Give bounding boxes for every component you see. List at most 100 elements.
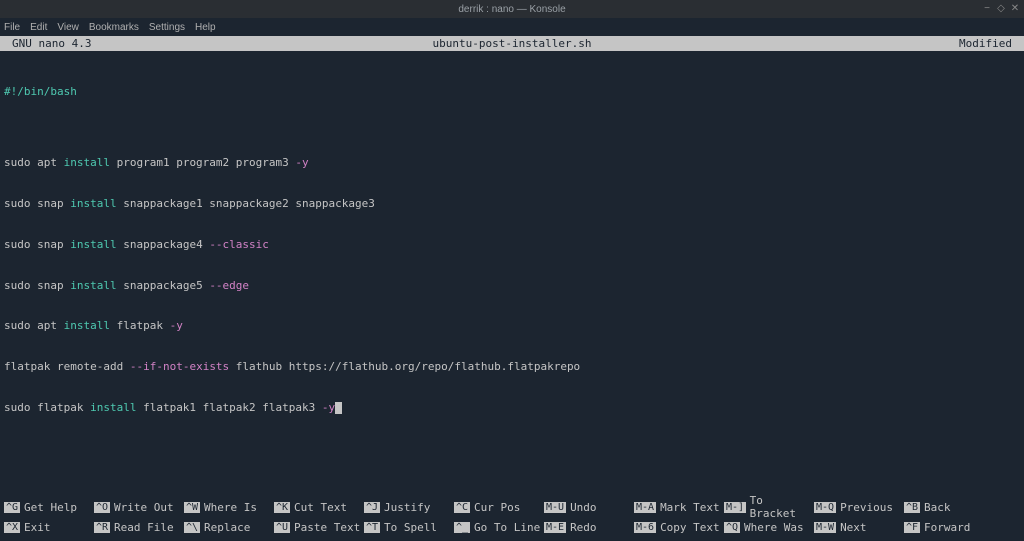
- keyword: install: [70, 279, 116, 292]
- shortcut: ^T To Spell: [364, 521, 454, 534]
- shortcut-key: M-U: [544, 502, 566, 513]
- window-title: derrik : nano — Konsole: [458, 4, 565, 15]
- close-icon[interactable]: ✕: [1010, 4, 1020, 14]
- nano-shortcuts: ^GGet Help^OWrite Out^WWhere Is^KCut Tex…: [0, 492, 1024, 541]
- blank-line: [4, 135, 1020, 150]
- shortcut-label: Previous: [840, 501, 893, 514]
- shortcut: ^QWhere Was: [724, 521, 814, 534]
- nano-version: GNU nano 4.3: [12, 37, 91, 50]
- shortcut: ^OWrite Out: [94, 494, 184, 520]
- shortcut: M-] To Bracket: [724, 494, 814, 520]
- blank-line: [4, 380, 1020, 395]
- shortcut-label: Go To Line: [474, 521, 540, 534]
- shortcut-key: ^K: [274, 502, 290, 513]
- shortcut: ^JJustify: [364, 494, 454, 520]
- flag: --edge: [209, 279, 249, 292]
- shortcut-key: M-6: [634, 522, 656, 533]
- shortcut-label: Write Out: [114, 501, 174, 514]
- code-text: program1 program2 program3: [110, 156, 295, 169]
- code-text: sudo flatpak: [4, 401, 90, 414]
- shortcut-label: Forward: [924, 521, 970, 534]
- code-text: snappackage5: [117, 279, 210, 292]
- keyword: install: [90, 401, 136, 414]
- shortcut: ^CCur Pos: [454, 494, 544, 520]
- code-text: sudo snap: [4, 238, 70, 251]
- minimize-icon[interactable]: −: [982, 4, 992, 14]
- blank-line: [4, 339, 1020, 354]
- shortcut-key: M-]: [724, 502, 746, 513]
- nano-status: Modified: [959, 37, 1012, 50]
- shortcut-key: ^_: [454, 522, 470, 533]
- blank-line: [4, 257, 1020, 272]
- shortcut-label: To Spell: [384, 521, 437, 534]
- shortcut-label: Back: [924, 501, 951, 514]
- code-line: sudo flatpak install flatpak1 flatpak2 f…: [4, 400, 1020, 415]
- cursor: [335, 402, 342, 414]
- menu-help[interactable]: Help: [195, 22, 216, 33]
- shortcut-row-2: ^XExit^R Read File ^\Replace^U Paste Text ^T…: [4, 521, 1020, 534]
- shortcut: M-ERedo: [544, 521, 634, 534]
- shortcut: ^\Replace: [184, 521, 274, 534]
- shortcut: ^B Back: [904, 494, 994, 520]
- menu-settings[interactable]: Settings: [149, 22, 185, 33]
- code-text: snappackage4: [117, 238, 210, 251]
- shortcut-label: Get Help: [24, 501, 77, 514]
- shortcut-label: Mark Text: [660, 501, 720, 514]
- nano-filename: ubuntu-post-installer.sh: [433, 37, 592, 50]
- code-text: sudo apt: [4, 156, 64, 169]
- shortcut-key: ^G: [4, 502, 20, 513]
- shortcut-key: ^B: [904, 502, 920, 513]
- shortcut-row-1: ^GGet Help^OWrite Out^WWhere Is^KCut Tex…: [4, 494, 1020, 520]
- keyword: install: [64, 319, 110, 332]
- menu-bookmarks[interactable]: Bookmarks: [89, 22, 139, 33]
- shortcut-key: ^W: [184, 502, 200, 513]
- maximize-icon[interactable]: ◇: [996, 4, 1006, 14]
- shortcut: ^XExit: [4, 521, 94, 534]
- menu-edit[interactable]: Edit: [30, 22, 47, 33]
- code-line: sudo apt install program1 program2 progr…: [4, 155, 1020, 170]
- shortcut: ^R Read File: [94, 521, 184, 534]
- flag: --classic: [209, 238, 269, 251]
- shortcut: M-6 Copy Text: [634, 521, 724, 534]
- shortcut: M-WNext: [814, 521, 904, 534]
- code-text: flathub https://flathub.org/repo/flathub…: [229, 360, 580, 373]
- shortcut: M-U Undo: [544, 494, 634, 520]
- code-text: sudo snap: [4, 279, 70, 292]
- shortcut: ^_ Go To Line: [454, 521, 544, 534]
- shortcut-label: Justify: [384, 501, 430, 514]
- shortcut-key: M-Q: [814, 502, 836, 513]
- shortcut-key: ^T: [364, 522, 380, 533]
- menubar: File Edit View Bookmarks Settings Help: [0, 18, 1024, 36]
- shortcut-label: Cur Pos: [474, 501, 520, 514]
- shortcut-label: Redo: [570, 521, 597, 534]
- shortcut-label: Read File: [114, 521, 174, 534]
- shortcut: ^U Paste Text: [274, 521, 364, 534]
- keyword: install: [70, 197, 116, 210]
- editor-area[interactable]: #!/bin/bash sudo apt install program1 pr…: [0, 51, 1024, 492]
- shortcut-label: Where Was: [744, 521, 804, 534]
- shortcut-label: To Bracket: [750, 494, 814, 520]
- menu-file[interactable]: File: [4, 22, 20, 33]
- shortcut-label: Paste Text: [294, 521, 360, 534]
- window-titlebar: derrik : nano — Konsole − ◇ ✕: [0, 0, 1024, 18]
- code-text: sudo snap: [4, 197, 70, 210]
- menu-view[interactable]: View: [57, 22, 79, 33]
- shebang-line: #!/bin/bash: [4, 84, 1020, 99]
- shortcut-key: ^R: [94, 522, 110, 533]
- code-line: sudo snap install snappackage1 snappacka…: [4, 196, 1020, 211]
- code-line: sudo snap install snappackage4 --classic: [4, 237, 1020, 252]
- shortcut-label: Undo: [570, 501, 597, 514]
- shortcut: M-Q Previous: [814, 494, 904, 520]
- blank-line: [4, 176, 1020, 191]
- blank-line: [4, 298, 1020, 313]
- shortcut-label: Cut Text: [294, 501, 347, 514]
- flag: -y: [170, 319, 183, 332]
- shortcut-key: ^U: [274, 522, 290, 533]
- flag: --if-not-exists: [130, 360, 229, 373]
- code-text: flatpak1 flatpak2 flatpak3: [136, 401, 321, 414]
- shortcut: M-AMark Text: [634, 494, 724, 520]
- shortcut-label: Copy Text: [660, 521, 720, 534]
- nano-header: GNU nano 4.3 ubuntu-post-installer.sh Mo…: [0, 36, 1024, 51]
- shortcut: ^G Get Help: [4, 494, 94, 520]
- code-text: flatpak remote-add: [4, 360, 130, 373]
